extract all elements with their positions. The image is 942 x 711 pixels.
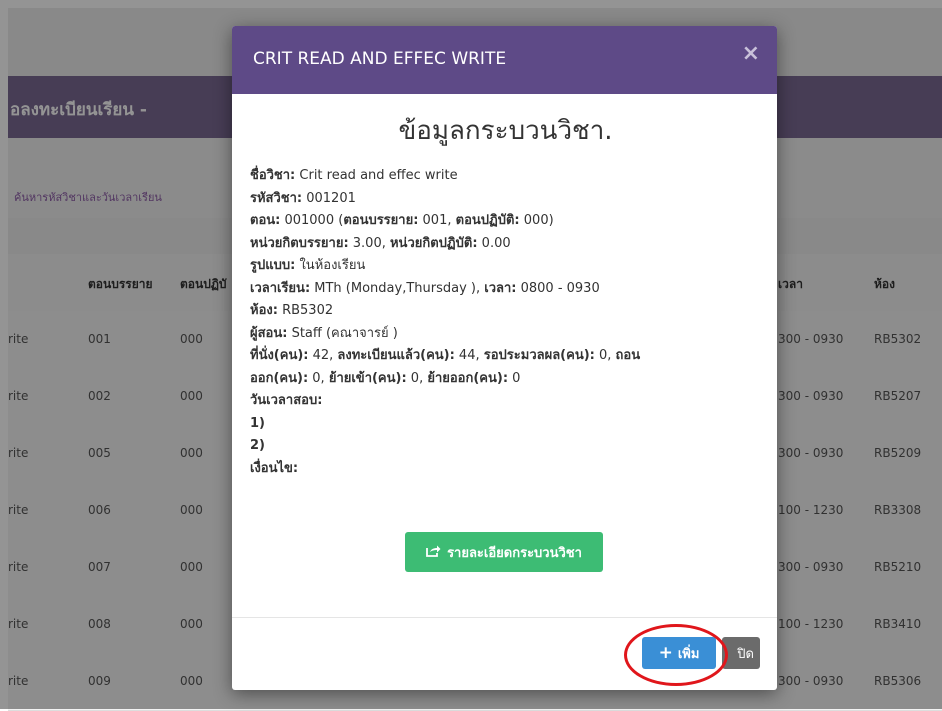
withdraw-label-end: ออก(คน):	[250, 370, 309, 386]
modal-footer: + เพิ่ม ปิด	[232, 617, 777, 690]
format-value: ในห้องเรียน	[295, 258, 366, 273]
section-label: ตอน:	[250, 213, 281, 228]
registered-label: ลงทะเบียนแล้ว(คน):	[337, 348, 455, 363]
schedule-days-label: เวลาเรียน:	[250, 280, 311, 296]
room-label: ห้อง:	[250, 303, 278, 318]
condition-line: เงื่อนไข:	[250, 458, 761, 481]
room-value: RB5302	[277, 303, 334, 318]
seats-line: ที่นั่ง(คน): 42, ลงทะเบียนแล้ว(คน): 44, …	[250, 345, 761, 368]
course-code-value: 001201	[302, 190, 356, 206]
share-icon	[426, 544, 441, 561]
schedule-line: เวลาเรียน: MTh (Monday,Thursday ), เวลา:…	[250, 278, 761, 301]
credits-line: หน่วยกิตบรรยาย: 3.00, หน่วยกิตปฏิบัติ: 0…	[250, 233, 761, 256]
move-in-label: ย้ายเข้า(คน):	[328, 370, 407, 386]
move-in-value: 0,	[406, 370, 428, 386]
lab-section-label: ตอนปฏิบัติ:	[455, 213, 520, 228]
exam-1-line: 1)	[250, 413, 761, 436]
seats-label: ที่นั่ง(คน):	[250, 348, 309, 363]
info-title: ข้อมูลกระบวนวิชา.	[398, 116, 613, 146]
course-name-line: ชื่อวิชา: Crit read and effec write	[250, 165, 761, 188]
registered-value: 44,	[454, 348, 484, 363]
lab-credits-value: 0.00	[477, 235, 511, 251]
modal-body: ข้อมูลกระบวนวิชา. ชื่อวิชา: Crit read an…	[250, 94, 761, 480]
close-button[interactable]: ปิด	[722, 637, 760, 669]
course-code-line: รหัสวิชา: 001201	[250, 188, 761, 211]
exam-1-label: 1)	[250, 415, 265, 431]
move-out-value: 0	[508, 370, 521, 386]
exam-label: วันเวลาสอบ:	[250, 393, 323, 408]
instructor-label: ผู้สอน:	[250, 325, 288, 341]
course-name-label: ชื่อวิชา:	[250, 168, 296, 183]
move-out-label: ย้ายออก(คน):	[427, 370, 509, 386]
add-button[interactable]: + เพิ่ม	[642, 637, 716, 669]
course-info-modal: CRIT READ AND EFFEC WRITE × ข้อมูลกระบวน…	[232, 26, 777, 690]
schedule-days-value: MTh (Monday,Thursday ),	[310, 280, 485, 296]
pending-label: รอประมวลผล(คน):	[483, 348, 595, 363]
lecture-credits-value: 3.00,	[348, 235, 390, 251]
instructor-line: ผู้สอน: Staff (คณาจารย์ )	[250, 323, 761, 346]
close-button-label: ปิด	[737, 646, 754, 662]
plus-icon: +	[658, 643, 673, 663]
lab-section-value: 000)	[519, 213, 554, 228]
withdraw-label-start: ถอน	[615, 348, 641, 363]
lecture-section-label: ตอนบรรยาย:	[343, 213, 419, 228]
format-line: รูปแบบ: ในห้องเรียน	[250, 255, 761, 278]
section-value: 001000 (	[280, 213, 344, 228]
lecture-section-value: 001,	[418, 213, 456, 228]
course-code-label: รหัสวิชา:	[250, 190, 303, 206]
lab-credits-label: หน่วยกิตปฏิบัติ:	[389, 235, 478, 251]
modal-title: CRIT READ AND EFFEC WRITE	[253, 49, 507, 69]
course-name-value: Crit read and effec write	[295, 168, 458, 183]
room-line: ห้อง: RB5302	[250, 300, 761, 323]
schedule-time-label: เวลา:	[484, 280, 517, 296]
withdraw-value: 0,	[308, 370, 329, 386]
course-detail-button[interactable]: รายละเอียดกระบวนวิชา	[405, 532, 603, 572]
condition-label: เงื่อนไข:	[250, 460, 299, 476]
add-button-label: เพิ่ม	[677, 646, 700, 662]
format-label: รูปแบบ:	[250, 258, 296, 273]
exam-2-line: 2)	[250, 435, 761, 458]
instructor-value: Staff (คณาจารย์ )	[287, 325, 398, 341]
exam-line: วันเวลาสอบ:	[250, 390, 761, 413]
transfer-line: ออก(คน): 0, ย้ายเข้า(คน): 0, ย้ายออก(คน)…	[250, 368, 761, 391]
close-icon[interactable]: ×	[742, 43, 760, 65]
section-line: ตอน: 001000 (ตอนบรรยาย: 001, ตอนปฏิบัติ:…	[250, 210, 761, 233]
schedule-time-value: 0800 - 0930	[516, 280, 600, 296]
modal-header: CRIT READ AND EFFEC WRITE ×	[232, 26, 777, 94]
course-detail-label: รายละเอียดกระบวนวิชา	[447, 545, 582, 561]
seats-value: 42,	[308, 348, 338, 363]
pending-value: 0,	[594, 348, 616, 363]
lecture-credits-label: หน่วยกิตบรรยาย:	[250, 235, 349, 251]
exam-2-label: 2)	[250, 438, 265, 453]
